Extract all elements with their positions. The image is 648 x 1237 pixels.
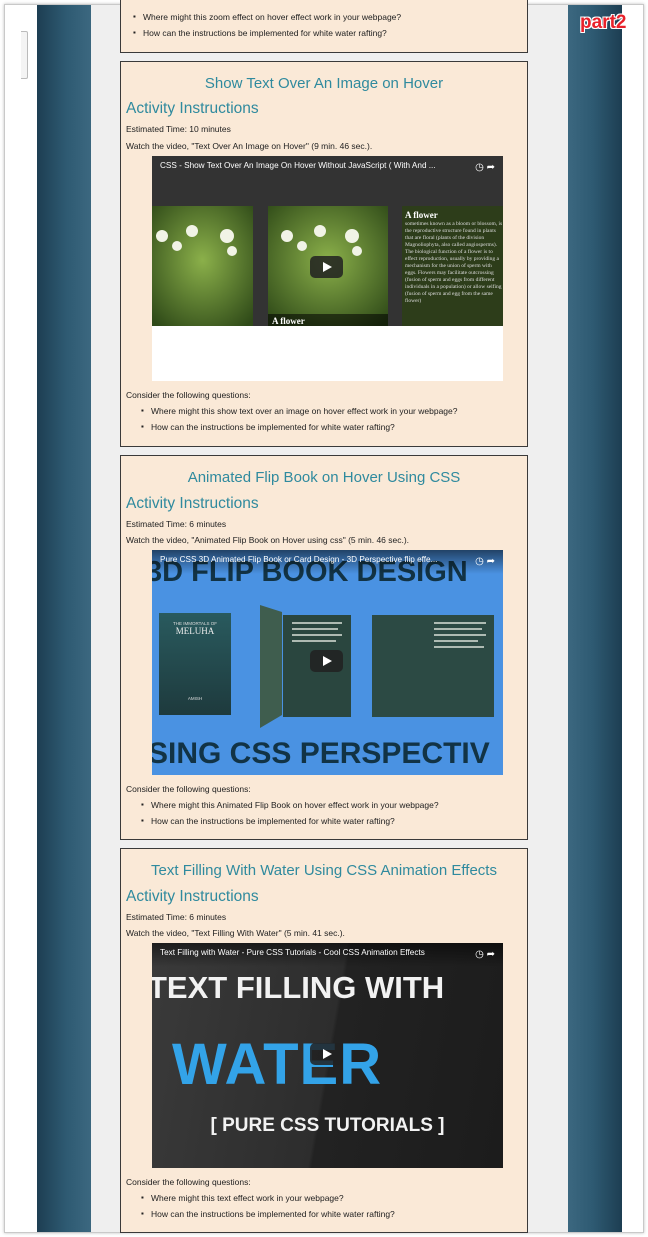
part-badge: part2 bbox=[580, 12, 627, 33]
estimated-time: Estimated Time: 6 minutes bbox=[126, 519, 227, 529]
book-author: AMISH bbox=[187, 696, 203, 701]
video-embed[interactable]: TEXT FILLING WITH WATER [ PURE CSS TUTOR… bbox=[152, 943, 503, 1168]
card-title: Show Text Over An Image on Hover bbox=[204, 75, 444, 92]
clock-icon[interactable]: ◷ bbox=[475, 949, 484, 960]
question-bullet: How can the instructions be implemented … bbox=[133, 28, 387, 38]
share-icon[interactable]: ➦ bbox=[487, 162, 495, 173]
play-icon[interactable] bbox=[310, 650, 343, 672]
question-bullet: How can the instructions be implemented … bbox=[141, 422, 395, 432]
activity-heading: Activity Instructions bbox=[126, 495, 259, 512]
video-embed[interactable]: 3D FLIP BOOK DESIGN SING CSS PERSPECTIV … bbox=[152, 550, 503, 775]
estimated-time: Estimated Time: 6 minutes bbox=[126, 912, 227, 922]
questions-intro: Consider the following questions: bbox=[126, 784, 251, 794]
share-icon[interactable]: ➦ bbox=[487, 556, 495, 567]
video-embed[interactable]: A flower A flower sometimes known as a b… bbox=[152, 156, 503, 381]
card-title: Animated Flip Book on Hover Using CSS bbox=[187, 469, 461, 486]
video-line1: TEXT FILLING WITH bbox=[152, 970, 445, 1005]
video-caption: A flower bbox=[272, 316, 305, 326]
video-overlay-text: sometimes known as a bloom or blossom, i… bbox=[405, 221, 503, 304]
play-icon[interactable] bbox=[310, 1043, 343, 1065]
watch-instructions: Watch the video, "Text Filling With Wate… bbox=[126, 928, 345, 938]
estimated-time: Estimated Time: 10 minutes bbox=[126, 124, 231, 134]
activity-heading: Activity Instructions bbox=[126, 888, 259, 905]
question-bullet: Where might this show text over an image… bbox=[141, 406, 458, 416]
card-title: Text Filling With Water Using CSS Animat… bbox=[151, 862, 497, 879]
question-bullet: Where might this zoom effect on hover ef… bbox=[133, 12, 401, 22]
card-text-filling-water: Text Filling With Water Using CSS Animat… bbox=[120, 848, 528, 1233]
questions-intro: Consider the following questions: bbox=[126, 1177, 251, 1187]
video-line3: [ PURE CSS TUTORIALS ] bbox=[210, 1115, 445, 1136]
play-icon[interactable] bbox=[310, 256, 343, 278]
video-overlay-heading: A flower bbox=[405, 210, 438, 220]
question-bullet: How can the instructions be implemented … bbox=[141, 1209, 395, 1219]
card-zoom-effect: Where might this zoom effect on hover ef… bbox=[120, 0, 528, 53]
question-bullet: How can the instructions be implemented … bbox=[141, 816, 395, 826]
watch-instructions: Watch the video, "Animated Flip Book on … bbox=[126, 535, 410, 545]
book-cover: THE IMMORTALS OF MELUHA AMISH bbox=[159, 613, 231, 715]
video-bottom-text: SING CSS PERSPECTIV bbox=[152, 737, 490, 770]
right-gutter bbox=[622, 5, 643, 1232]
video-title[interactable]: Pure CSS 3D Animated Flip Book or Card D… bbox=[152, 550, 503, 574]
video-title[interactable]: Text Filling with Water - Pure CSS Tutor… bbox=[152, 943, 503, 967]
video-title[interactable]: CSS - Show Text Over An Image On Hover W… bbox=[152, 156, 503, 180]
share-icon[interactable]: ➦ bbox=[487, 949, 495, 960]
watch-instructions: Watch the video, "Text Over An Image on … bbox=[126, 141, 373, 151]
card-flip-book: Animated Flip Book on Hover Using CSS Ac… bbox=[120, 455, 528, 840]
question-bullet: Where might this text effect work in you… bbox=[141, 1193, 344, 1203]
activity-heading: Activity Instructions bbox=[126, 100, 259, 117]
collapse-handle[interactable] bbox=[21, 31, 28, 79]
book-name: MELUHA bbox=[175, 626, 215, 636]
card-show-text-over-image: Show Text Over An Image on Hover Activit… bbox=[120, 61, 528, 447]
left-gutter bbox=[5, 5, 37, 1232]
clock-icon[interactable]: ◷ bbox=[475, 556, 484, 567]
questions-intro: Consider the following questions: bbox=[126, 390, 251, 400]
clock-icon[interactable]: ◷ bbox=[475, 162, 484, 173]
video-line2: WATER bbox=[172, 1032, 383, 1097]
question-bullet: Where might this Animated Flip Book on h… bbox=[141, 800, 439, 810]
